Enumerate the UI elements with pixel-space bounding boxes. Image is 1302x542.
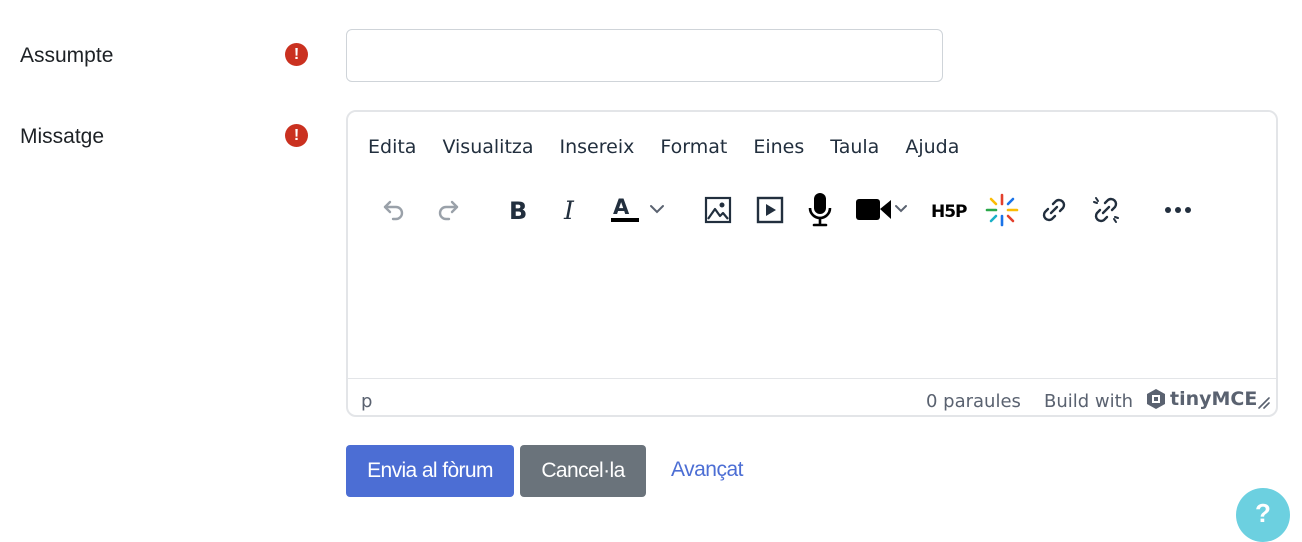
tinymce-icon [1147, 389, 1165, 409]
ai-sparkle-icon[interactable] [982, 188, 1022, 232]
link-icon[interactable] [1034, 188, 1074, 232]
required-icon: ! [285, 124, 308, 147]
advanced-link[interactable]: Avançat [671, 458, 744, 482]
editor-header: Edita Visualitza Insereix Format Eines T… [348, 112, 1276, 245]
record-video-icon[interactable] [854, 188, 914, 232]
text-color-icon[interactable]: A [602, 188, 672, 232]
undo-icon[interactable] [374, 188, 414, 232]
image-icon[interactable] [698, 188, 738, 232]
rich-text-editor: Edita Visualitza Insereix Format Eines T… [346, 110, 1278, 417]
message-label: Missatge [20, 125, 105, 148]
record-audio-icon[interactable] [800, 188, 840, 232]
menu-edit[interactable]: Edita [368, 136, 416, 158]
h5p-icon[interactable]: H5P [928, 188, 972, 232]
redo-icon[interactable] [428, 188, 468, 232]
italic-icon[interactable]: I [550, 188, 590, 232]
menu-help[interactable]: Ajuda [905, 136, 959, 158]
subject-label: Assumpte [20, 44, 114, 67]
cancel-button[interactable]: Cancel·la [520, 445, 646, 497]
element-path[interactable]: p [361, 391, 372, 412]
editor-toolbar: B I A H5P [348, 188, 1276, 232]
menu-view[interactable]: Visualitza [442, 136, 533, 158]
unlink-icon[interactable] [1086, 188, 1126, 232]
svg-text:B: B [509, 197, 527, 223]
menu-format[interactable]: Format [660, 136, 727, 158]
svg-text:I: I [563, 197, 575, 223]
bold-icon[interactable]: B [498, 188, 538, 232]
resize-handle-icon[interactable] [1256, 393, 1270, 414]
required-icon: ! [285, 43, 308, 66]
more-icon[interactable] [1158, 188, 1198, 232]
media-icon[interactable] [750, 188, 790, 232]
editor-menubar: Edita Visualitza Insereix Format Eines T… [368, 136, 985, 158]
subject-input[interactable] [346, 29, 943, 82]
word-count[interactable]: 0 paraules [926, 391, 1021, 412]
build-with-label: Build with [1044, 391, 1134, 412]
svg-text:A: A [613, 195, 630, 219]
svg-text:H5P: H5P [931, 202, 967, 222]
submit-post-button[interactable]: Envia al fòrum [346, 445, 514, 497]
editor-content[interactable] [348, 245, 1276, 378]
menu-insert[interactable]: Insereix [560, 136, 635, 158]
editor-statusbar: p 0 paraules Build with tinyMCE [348, 378, 1276, 415]
menu-table[interactable]: Taula [830, 136, 879, 158]
help-button[interactable]: ? [1236, 488, 1290, 542]
tinymce-logo[interactable]: tinyMCE [1146, 388, 1257, 410]
menu-tools[interactable]: Eines [753, 136, 804, 158]
tinymce-brand: tinyMCE [1170, 388, 1258, 410]
